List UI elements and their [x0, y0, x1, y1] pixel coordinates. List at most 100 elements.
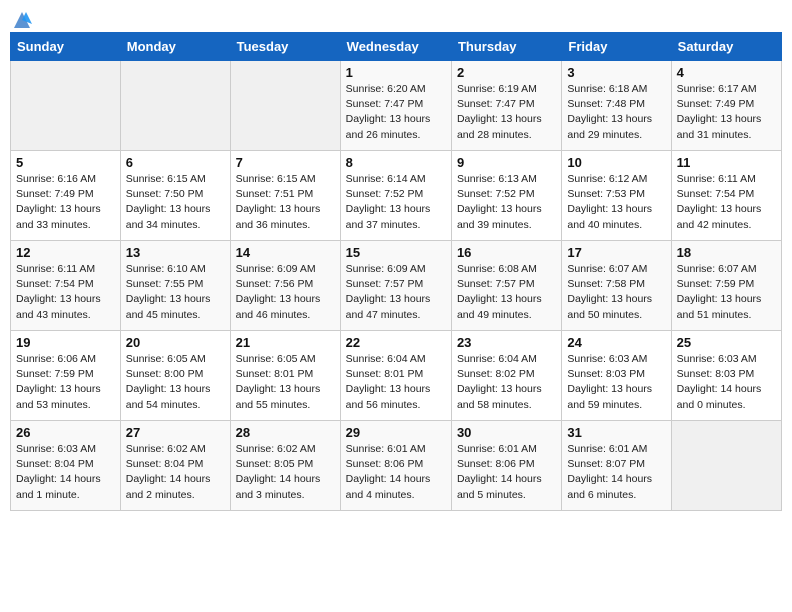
day-number: 9	[457, 155, 556, 170]
calendar-day-3: 3Sunrise: 6:18 AM Sunset: 7:48 PM Daylig…	[562, 61, 671, 151]
day-info: Sunrise: 6:02 AM Sunset: 8:04 PM Dayligh…	[126, 442, 225, 503]
day-info: Sunrise: 6:03 AM Sunset: 8:03 PM Dayligh…	[567, 352, 665, 413]
calendar-day-14: 14Sunrise: 6:09 AM Sunset: 7:56 PM Dayli…	[230, 241, 340, 331]
calendar-day-9: 9 Sunrise: 6:13 AM Sunset: 7:52 PM Daylig…	[451, 151, 561, 241]
day-number: 19	[16, 335, 115, 350]
day-info: Sunrise: 6:11 AM Sunset: 7:54 PM Dayligh…	[16, 262, 115, 323]
calendar-day-19: 19 Sunrise: 6:06 AM Sunset: 7:59 PM Dayli…	[11, 331, 121, 421]
calendar-week-1: 1 Sunrise: 6:20 AM Sunset: 7:47 PM Daylig…	[11, 61, 782, 151]
calendar-day-17: 17 Sunrise: 6:07 AM Sunset: 7:58 PM Dayli…	[562, 241, 671, 331]
day-number: 27	[126, 425, 225, 440]
calendar-week-2: 5 Sunrise: 6:16 AM Sunset: 7:49 PM Daylig…	[11, 151, 782, 241]
calendar-day-27: 27 Sunrise: 6:02 AM Sunset: 8:04 PM Dayli…	[120, 421, 230, 511]
calendar-header-sunday: Sunday	[11, 33, 121, 61]
day-info: Sunrise: 6:08 AM Sunset: 7:57 PM Dayligh…	[457, 262, 556, 323]
calendar-header-wednesday: Wednesday	[340, 33, 451, 61]
calendar-day-30: 30 Sunrise: 6:01 AM Sunset: 8:06 PM Dayli…	[451, 421, 561, 511]
calendar-day-16: 16Sunrise: 6:08 AM Sunset: 7:57 PM Dayli…	[451, 241, 561, 331]
calendar-empty-cell	[120, 61, 230, 151]
day-number: 15	[346, 245, 446, 260]
day-info: Sunrise: 6:01 AM Sunset: 8:07 PM Dayligh…	[567, 442, 665, 503]
day-info: Sunrise: 6:20 AM Sunset: 7:47 PM Dayligh…	[346, 82, 446, 143]
calendar-empty-cell	[671, 421, 781, 511]
day-info: Sunrise: 6:16 AM Sunset: 7:49 PM Dayligh…	[16, 172, 115, 233]
calendar-day-10: 10 Sunrise: 6:12 AM Sunset: 7:53 PM Dayli…	[562, 151, 671, 241]
calendar-day-24: 24 Sunrise: 6:03 AM Sunset: 8:03 PM Dayli…	[562, 331, 671, 421]
day-number: 6	[126, 155, 225, 170]
calendar-day-13: 13 Sunrise: 6:10 AM Sunset: 7:55 PM Dayli…	[120, 241, 230, 331]
calendar-header-saturday: Saturday	[671, 33, 781, 61]
calendar-week-4: 19 Sunrise: 6:06 AM Sunset: 7:59 PM Dayli…	[11, 331, 782, 421]
day-number: 13	[126, 245, 225, 260]
calendar-day-4: 4 Sunrise: 6:17 AM Sunset: 7:49 PM Daylig…	[671, 61, 781, 151]
day-info: Sunrise: 6:18 AM Sunset: 7:48 PM Dayligh…	[567, 82, 665, 143]
day-info: Sunrise: 6:14 AM Sunset: 7:52 PM Dayligh…	[346, 172, 446, 233]
calendar: SundayMondayTuesdayWednesdayThursdayFrid…	[10, 32, 782, 511]
day-info: Sunrise: 6:11 AM Sunset: 7:54 PM Dayligh…	[677, 172, 776, 233]
day-number: 14	[236, 245, 335, 260]
calendar-day-8: 8 Sunrise: 6:14 AM Sunset: 7:52 PM Daylig…	[340, 151, 451, 241]
day-info: Sunrise: 6:01 AM Sunset: 8:06 PM Dayligh…	[457, 442, 556, 503]
day-number: 8	[346, 155, 446, 170]
day-info: Sunrise: 6:15 AM Sunset: 7:50 PM Dayligh…	[126, 172, 225, 233]
day-number: 4	[677, 65, 776, 80]
day-info: Sunrise: 6:07 AM Sunset: 7:58 PM Dayligh…	[567, 262, 665, 323]
day-number: 23	[457, 335, 556, 350]
calendar-week-5: 26 Sunrise: 6:03 AM Sunset: 8:04 PM Dayli…	[11, 421, 782, 511]
calendar-day-5: 5 Sunrise: 6:16 AM Sunset: 7:49 PM Daylig…	[11, 151, 121, 241]
calendar-day-11: 11 Sunrise: 6:11 AM Sunset: 7:54 PM Dayli…	[671, 151, 781, 241]
day-number: 20	[126, 335, 225, 350]
day-info: Sunrise: 6:03 AM Sunset: 8:04 PM Dayligh…	[16, 442, 115, 503]
calendar-header-tuesday: Tuesday	[230, 33, 340, 61]
day-number: 18	[677, 245, 776, 260]
day-info: Sunrise: 6:05 AM Sunset: 8:01 PM Dayligh…	[236, 352, 335, 413]
calendar-day-1: 1 Sunrise: 6:20 AM Sunset: 7:47 PM Daylig…	[340, 61, 451, 151]
calendar-header-row: SundayMondayTuesdayWednesdayThursdayFrid…	[11, 33, 782, 61]
logo-icon	[12, 10, 32, 30]
calendar-day-26: 26 Sunrise: 6:03 AM Sunset: 8:04 PM Dayli…	[11, 421, 121, 511]
day-info: Sunrise: 6:19 AM Sunset: 7:47 PM Dayligh…	[457, 82, 556, 143]
calendar-day-28: 28Sunrise: 6:02 AM Sunset: 8:05 PM Dayli…	[230, 421, 340, 511]
day-info: Sunrise: 6:01 AM Sunset: 8:06 PM Dayligh…	[346, 442, 446, 503]
day-number: 29	[346, 425, 446, 440]
day-number: 24	[567, 335, 665, 350]
day-number: 10	[567, 155, 665, 170]
day-number: 26	[16, 425, 115, 440]
day-number: 17	[567, 245, 665, 260]
calendar-day-29: 29 Sunrise: 6:01 AM Sunset: 8:06 PM Dayli…	[340, 421, 451, 511]
page-header	[10, 10, 782, 26]
day-info: Sunrise: 6:06 AM Sunset: 7:59 PM Dayligh…	[16, 352, 115, 413]
calendar-day-6: 6 Sunrise: 6:15 AM Sunset: 7:50 PM Daylig…	[120, 151, 230, 241]
calendar-empty-cell	[230, 61, 340, 151]
calendar-day-7: 7Sunrise: 6:15 AM Sunset: 7:51 PM Daylig…	[230, 151, 340, 241]
calendar-day-12: 12 Sunrise: 6:11 AM Sunset: 7:54 PM Dayli…	[11, 241, 121, 331]
day-number: 11	[677, 155, 776, 170]
calendar-header-thursday: Thursday	[451, 33, 561, 61]
day-number: 22	[346, 335, 446, 350]
day-info: Sunrise: 6:12 AM Sunset: 7:53 PM Dayligh…	[567, 172, 665, 233]
day-info: Sunrise: 6:13 AM Sunset: 7:52 PM Dayligh…	[457, 172, 556, 233]
day-number: 12	[16, 245, 115, 260]
day-info: Sunrise: 6:09 AM Sunset: 7:57 PM Dayligh…	[346, 262, 446, 323]
day-info: Sunrise: 6:17 AM Sunset: 7:49 PM Dayligh…	[677, 82, 776, 143]
day-number: 25	[677, 335, 776, 350]
logo	[10, 10, 32, 26]
calendar-day-31: 31 Sunrise: 6:01 AM Sunset: 8:07 PM Dayli…	[562, 421, 671, 511]
calendar-day-20: 20 Sunrise: 6:05 AM Sunset: 8:00 PM Dayli…	[120, 331, 230, 421]
day-info: Sunrise: 6:10 AM Sunset: 7:55 PM Dayligh…	[126, 262, 225, 323]
day-info: Sunrise: 6:05 AM Sunset: 8:00 PM Dayligh…	[126, 352, 225, 413]
day-info: Sunrise: 6:07 AM Sunset: 7:59 PM Dayligh…	[677, 262, 776, 323]
day-number: 5	[16, 155, 115, 170]
calendar-day-25: 25Sunrise: 6:03 AM Sunset: 8:03 PM Dayli…	[671, 331, 781, 421]
day-number: 21	[236, 335, 335, 350]
calendar-day-23: 23Sunrise: 6:04 AM Sunset: 8:02 PM Dayli…	[451, 331, 561, 421]
day-number: 30	[457, 425, 556, 440]
calendar-day-2: 2Sunrise: 6:19 AM Sunset: 7:47 PM Daylig…	[451, 61, 561, 151]
calendar-header-monday: Monday	[120, 33, 230, 61]
calendar-week-3: 12 Sunrise: 6:11 AM Sunset: 7:54 PM Dayli…	[11, 241, 782, 331]
day-number: 1	[346, 65, 446, 80]
calendar-day-15: 15 Sunrise: 6:09 AM Sunset: 7:57 PM Dayli…	[340, 241, 451, 331]
day-number: 31	[567, 425, 665, 440]
day-info: Sunrise: 6:02 AM Sunset: 8:05 PM Dayligh…	[236, 442, 335, 503]
calendar-day-21: 21 Sunrise: 6:05 AM Sunset: 8:01 PM Dayli…	[230, 331, 340, 421]
